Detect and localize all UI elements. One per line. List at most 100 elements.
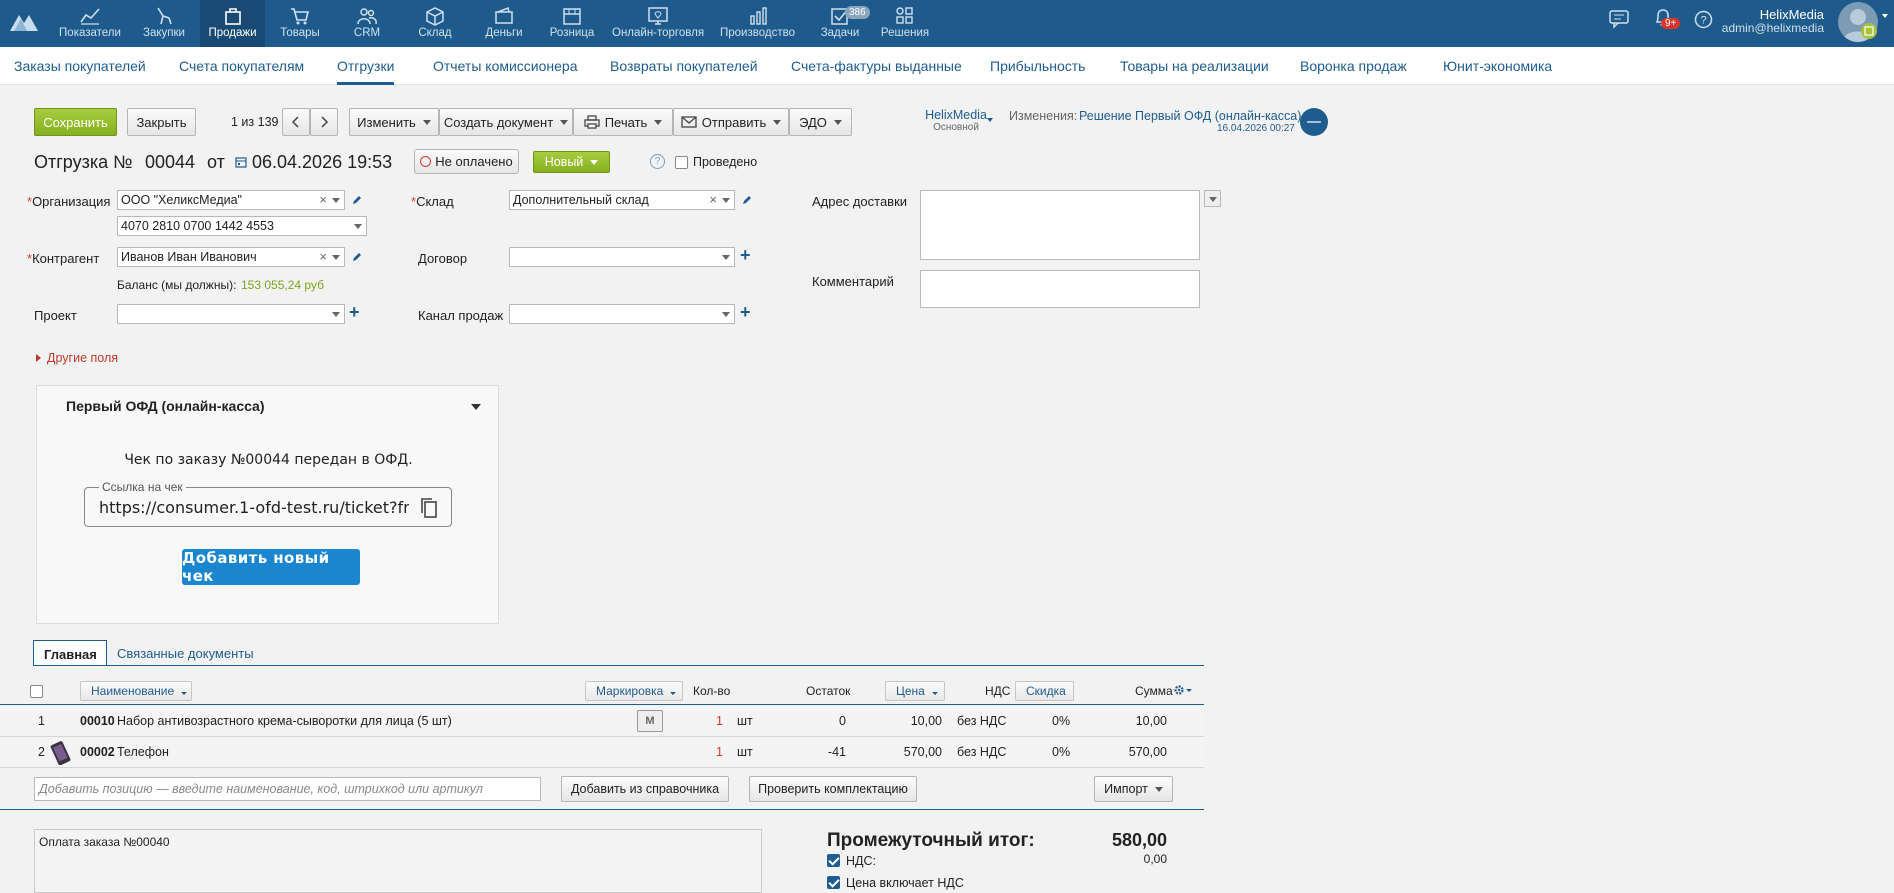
add-position-input[interactable]: Добавить позицию — введите наименование,… [34, 777, 541, 801]
collapse-triangle-icon[interactable] [471, 404, 481, 410]
clear-icon[interactable]: × [319, 192, 327, 207]
tab-related-documents[interactable]: Связанные документы [107, 640, 264, 665]
price-value[interactable]: 10,00 [880, 714, 942, 728]
org-chevron-icon[interactable] [987, 118, 993, 122]
sales-channel-select[interactable] [509, 304, 735, 324]
nav-crm[interactable]: CRM [337, 0, 397, 47]
project-select[interactable] [117, 304, 345, 324]
table-row[interactable]: 1 00010 Набор антивозрастного крема-сыво… [0, 706, 1204, 737]
receipt-link-value[interactable]: https://consumer.1-ofd-test.ru/ticket?fn… [99, 498, 409, 517]
pencil-icon[interactable] [351, 251, 363, 263]
nav-tasks[interactable]: Задачи 386 [810, 0, 870, 47]
clear-icon[interactable]: × [319, 249, 327, 264]
caret-down-icon[interactable] [1186, 689, 1192, 692]
name-column-header[interactable]: Наименование [80, 681, 192, 701]
subnav-consignment-goods[interactable]: Товары на реализации [1120, 58, 1269, 74]
clear-icon[interactable]: × [709, 192, 717, 207]
nav-purchases[interactable]: Закупки [134, 0, 194, 47]
edit-dropdown-button[interactable]: Изменить [349, 108, 439, 136]
edo-button[interactable]: ЭДО [789, 108, 852, 136]
user-menu-chevron-icon[interactable] [1882, 14, 1888, 18]
notifications-button[interactable]: 9+ [1651, 0, 1681, 47]
nav-indicators[interactable]: Показатели [52, 0, 128, 47]
pencil-icon[interactable] [741, 194, 753, 206]
comment-input[interactable] [920, 270, 1200, 308]
qty-value[interactable]: 1 [716, 745, 723, 759]
save-button[interactable]: Сохранить [34, 108, 117, 136]
changes-link[interactable]: Решение Первый ОФД (онлайн-касса) [1079, 109, 1301, 123]
help-icon[interactable]: ? [650, 154, 665, 169]
add-new-receipt-button[interactable]: Добавить новый чек [182, 549, 360, 585]
check-kit-button[interactable]: Проверить комплектацию [749, 776, 917, 802]
subnav-issued-invoices[interactable]: Счета-фактуры выданные [791, 58, 962, 74]
next-button[interactable] [310, 108, 338, 136]
nav-sales[interactable]: Продажи [200, 0, 265, 47]
subnav-shipments[interactable]: Отгрузки [337, 58, 394, 74]
nav-products[interactable]: Товары [270, 0, 330, 47]
subnav-commission-reports[interactable]: Отчеты комиссионера [433, 58, 578, 74]
warehouse-select[interactable]: Дополнительный склад × [509, 190, 735, 210]
organization-select[interactable]: ООО "ХеликсМедиа" × [117, 190, 345, 210]
calendar-icon[interactable] [235, 156, 247, 168]
subnav-customer-invoices[interactable]: Счета покупателям [179, 58, 304, 74]
price-column-header[interactable]: Цена [885, 681, 945, 701]
marking-badge[interactable]: M [637, 710, 663, 732]
subnav-profitability[interactable]: Прибыльность [990, 58, 1085, 74]
vat-value[interactable]: без НДС [957, 714, 1006, 728]
prev-button[interactable] [282, 108, 310, 136]
vat-checkbox[interactable] [827, 854, 840, 867]
nav-retail[interactable]: Розница [542, 0, 602, 47]
subnav-customer-returns[interactable]: Возвраты покупателей [610, 58, 758, 74]
send-button[interactable]: Отправить [673, 108, 789, 136]
document-comment-input[interactable]: Оплата заказа №00040 [34, 829, 762, 893]
marking-column-header[interactable]: Маркировка [585, 681, 683, 701]
nav-production[interactable]: Производство [715, 0, 800, 47]
nav-online-trade[interactable]: Онлайн-торговля [612, 0, 704, 47]
add-project-icon[interactable]: + [349, 302, 360, 323]
user-name[interactable]: HelixMedia [1760, 7, 1824, 22]
print-button[interactable]: Печать [573, 108, 673, 136]
posted-checkbox[interactable] [675, 156, 688, 169]
payment-status-button[interactable]: Не оплачено [414, 149, 519, 174]
tab-main[interactable]: Главная [33, 640, 107, 665]
document-date[interactable]: 06.04.2026 19:53 [252, 152, 392, 173]
vat-value[interactable]: без НДС [957, 745, 1006, 759]
help-button[interactable]: ? [1693, 0, 1715, 47]
close-button[interactable]: Закрыть [127, 108, 196, 136]
pencil-icon[interactable] [351, 194, 363, 206]
price-value[interactable]: 570,00 [880, 745, 942, 759]
import-button[interactable]: Импорт [1094, 776, 1173, 802]
select-all-checkbox[interactable] [30, 685, 43, 698]
product-name[interactable]: Набор антивозрастного крема-сыворотки дл… [117, 714, 452, 728]
discount-value[interactable]: 0% [1052, 714, 1070, 728]
add-contract-icon[interactable]: + [740, 245, 751, 266]
subnav-customer-orders[interactable]: Заказы покупателей [14, 58, 146, 74]
receipt-link-field[interactable]: Ссылка на чек https://consumer.1-ofd-tes… [84, 480, 452, 527]
add-from-catalog-button[interactable]: Добавить из справочника [561, 776, 729, 802]
subnav-sales-funnel[interactable]: Воронка продаж [1300, 58, 1407, 74]
gear-icon[interactable] [1174, 685, 1184, 695]
nav-money[interactable]: Деньги [474, 0, 534, 47]
address-expand-button[interactable] [1204, 190, 1221, 207]
copy-icon[interactable] [419, 497, 439, 519]
table-row[interactable]: 2 00002 Телефон 1 шт -41 570,00 без НДС … [0, 737, 1204, 768]
create-document-button[interactable]: Создать документ [439, 108, 573, 136]
delivery-address-input[interactable] [920, 190, 1200, 260]
subnav-unit-economics[interactable]: Юнит-экономика [1443, 58, 1552, 74]
bank-account-select[interactable]: 4070 2810 0700 1442 4553 [117, 216, 367, 236]
document-number[interactable]: 00044 [145, 152, 195, 173]
discount-column-header[interactable]: Скидка [1015, 681, 1074, 701]
discount-value[interactable]: 0% [1052, 745, 1070, 759]
organization-switcher[interactable]: HelixMedia Основной [921, 108, 991, 133]
nav-warehouse[interactable]: Склад [405, 0, 465, 47]
price-includes-vat-checkbox[interactable] [827, 876, 840, 889]
contractor-select[interactable]: Иванов Иван Иванович × [117, 247, 345, 267]
add-sales-channel-icon[interactable]: + [740, 302, 751, 323]
solution-avatar[interactable] [1300, 108, 1328, 136]
product-thumbnail[interactable] [48, 740, 75, 766]
qty-value[interactable]: 1 [716, 714, 723, 728]
product-name[interactable]: Телефон [117, 745, 169, 759]
logo-icon[interactable] [8, 9, 40, 35]
status-dropdown[interactable]: Новый [533, 151, 610, 173]
other-fields-toggle[interactable]: Другие поля [36, 351, 118, 365]
